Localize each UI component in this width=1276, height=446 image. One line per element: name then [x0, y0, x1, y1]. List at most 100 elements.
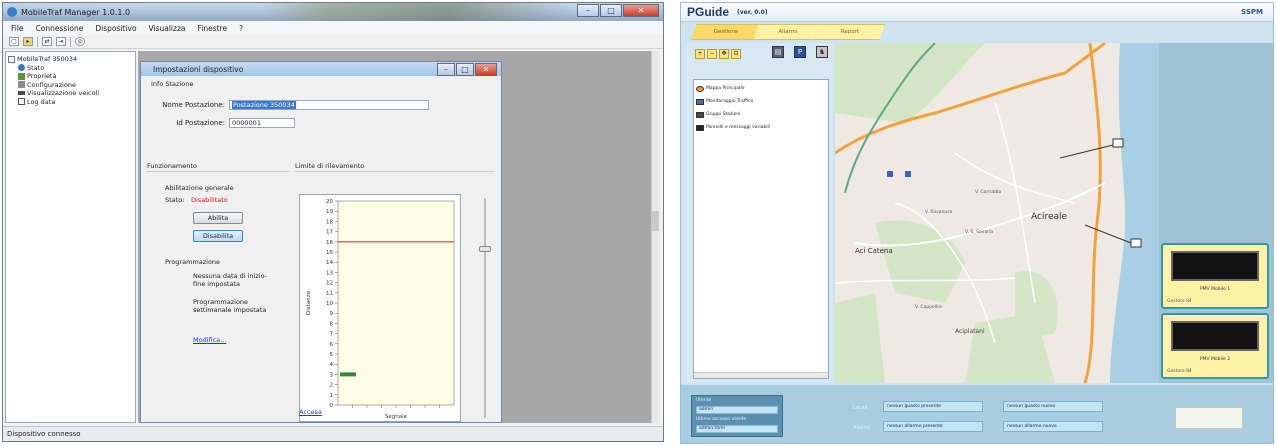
app-name: PGuide [687, 5, 730, 19]
tree-item-mappa[interactable]: Mappa Principale [696, 82, 826, 95]
tree-item-label: Visualizzazione veicoli [27, 89, 100, 98]
signs-panel: PMV Mobile 1 Gestore 84 PMV Mobile 2 Ges… [1159, 43, 1273, 383]
maximize-button[interactable]: □ [600, 4, 622, 17]
tree-item-proprieta[interactable]: Proprietà [8, 72, 133, 81]
map-tools: + − ✥ ⊡ [695, 49, 741, 59]
tree-item-label: Pannelli e messaggi variabili [706, 125, 770, 130]
sign-pmv-1[interactable]: PMV Mobile 1 Gestore 84 [1161, 243, 1269, 309]
map-icon [696, 85, 704, 92]
threshold-slider[interactable] [479, 198, 491, 418]
group-divider [147, 171, 289, 172]
map-view[interactable]: Acireale Aci Catena Aciplatani V. Carrub… [834, 41, 1160, 384]
accesa-link[interactable]: Accesa [299, 408, 322, 416]
y-tick-label: 20 [326, 199, 333, 205]
nome-postazione-input[interactable]: Postazione 350034 [229, 100, 429, 110]
allarmi-nuovi-button[interactable]: nessun allarme nuovo [1003, 421, 1103, 432]
nome-value: Postazione 350034 [232, 101, 296, 109]
tab-allarmi[interactable]: Allarmi [753, 24, 823, 40]
allarmi-presenti-button[interactable]: nessun allarme presente [883, 421, 983, 432]
fit-icon[interactable]: ⊡ [731, 49, 741, 59]
y-tick-label: 5 [330, 352, 334, 358]
scroll-thumb[interactable] [652, 211, 659, 231]
funzionamento-heading: Funzionamento [147, 162, 197, 170]
menu-file[interactable]: File [11, 24, 24, 33]
x-axis-label: Segnale [385, 414, 408, 420]
abilitazione-label: Abilitazione generale [165, 184, 234, 192]
pan-icon[interactable]: ✥ [719, 49, 729, 59]
tree-item-configurazione[interactable]: Configurazione [8, 81, 133, 90]
modifica-link[interactable]: Modifica... [193, 336, 226, 344]
y-axis-label: Distanza [306, 291, 312, 315]
company-logo: SSPM [1241, 8, 1263, 16]
new-icon[interactable]: ▢ [9, 37, 19, 46]
parking-icon[interactable]: P [793, 46, 807, 64]
map-label-aci-catena: Aci Catena [855, 247, 893, 255]
abilita-button[interactable]: Abilita [193, 212, 243, 224]
background-blur [263, 3, 573, 21]
user-field[interactable]: admin [696, 406, 778, 414]
tab-report[interactable]: Report [815, 24, 885, 40]
device-icon [8, 55, 15, 63]
menu-connessione[interactable]: Connessione [36, 24, 84, 33]
y-tick-label: 9 [330, 311, 334, 317]
nessuna-data-text: Nessuna data di inizio-fine impostata [193, 272, 268, 288]
log-icon [18, 98, 25, 106]
allarmi-label: Allarmi [853, 425, 871, 431]
tree-item-log[interactable]: Log data [8, 98, 133, 107]
disabilita-button[interactable]: Disabilita [193, 230, 243, 242]
id-row: Id Postazione: 0000001 [159, 118, 295, 128]
id-label: Id Postazione: [176, 119, 225, 127]
open-folder-icon[interactable]: ▸ [23, 37, 33, 46]
dialog-minimize-button[interactable]: – [437, 63, 455, 76]
tree-item-stato[interactable]: Stato [8, 64, 133, 73]
y-tick-label: 17 [326, 230, 333, 236]
connect-icon[interactable]: ⇄ [42, 37, 52, 46]
minimize-button[interactable]: – [577, 4, 599, 17]
dialog-maximize-button[interactable]: □ [456, 63, 474, 76]
section-info-stazione: Info Stazione [151, 80, 194, 88]
last-access-field: admin.html [696, 425, 778, 433]
zoom-in-icon[interactable]: + [695, 49, 705, 59]
tree-item-veicoli[interactable]: Visualizzazione veicoli [8, 89, 133, 98]
window-title: MobileTraf Manager 1.0.1.0 [21, 7, 131, 17]
dialog-title: Impostazioni dispositivo [153, 64, 244, 74]
id-postazione-input[interactable]: 0000001 [229, 118, 295, 128]
sign-sub: Gestore 84 [1167, 299, 1192, 304]
menu-help[interactable]: ? [239, 24, 243, 33]
sign-layer-icon[interactable]: ▤ [771, 46, 785, 64]
y-tick-label: 12 [326, 281, 333, 287]
slider-knob[interactable] [479, 246, 491, 252]
disconnect-icon[interactable]: ⇥ [56, 37, 66, 46]
toolbar: ▢ ▸ ⇄ ⇥ ◎ [3, 35, 663, 49]
zoom-out-icon[interactable]: − [707, 49, 717, 59]
tree-scrollbar[interactable] [694, 372, 828, 378]
guasti-nuovi-button[interactable]: nessun guasto nuovo [1003, 401, 1103, 412]
settings-icon[interactable]: ◎ [75, 37, 85, 46]
group-icon [696, 111, 704, 118]
y-tick-label: 16 [326, 240, 333, 246]
last-access-label: Ultimo accesso utente [696, 417, 747, 422]
y-tick-label: 8 [330, 321, 334, 327]
y-tick-label: 10 [326, 301, 333, 307]
menu-finestre[interactable]: Finestre [198, 24, 228, 33]
close-button[interactable]: ✕ [623, 4, 659, 17]
tree-item-gruppi[interactable]: Gruppi Stazioni [696, 108, 826, 121]
tab-gestione[interactable]: Gestione [691, 24, 761, 40]
pguide-tabs: Gestione Allarmi Report [681, 24, 1273, 40]
mdi-scrollbar[interactable] [651, 51, 659, 423]
programmazione-label: Programmazione [165, 258, 221, 266]
pguide-left-panel: + − ✥ ⊡ ▤ P ♞ Mappa Principale Monitorag… [685, 43, 833, 383]
tree-item-pannelli[interactable]: Pannelli e messaggi variabili [696, 121, 826, 134]
tree-item-traffico[interactable]: Monitoraggio Traffico [696, 95, 826, 108]
status-icon [18, 64, 25, 72]
sign-pmv-2[interactable]: PMV Mobile 2 Gestore 84 [1161, 313, 1269, 379]
menu-bar: File Connessione Dispositivo Visualizza … [3, 21, 663, 35]
dialog-close-button[interactable]: ✕ [475, 63, 497, 76]
guasti-presenti-button[interactable]: nessun guasto presente [883, 401, 983, 412]
tree-root[interactable]: MobileTraf 350034 [8, 55, 133, 64]
menu-visualizza[interactable]: Visualizza [149, 24, 186, 33]
menu-dispositivo[interactable]: Dispositivo [95, 24, 136, 33]
toolbar-separator [37, 36, 38, 47]
y-tick-label: 18 [326, 219, 333, 225]
pedestrian-icon[interactable]: ♞ [815, 46, 829, 64]
